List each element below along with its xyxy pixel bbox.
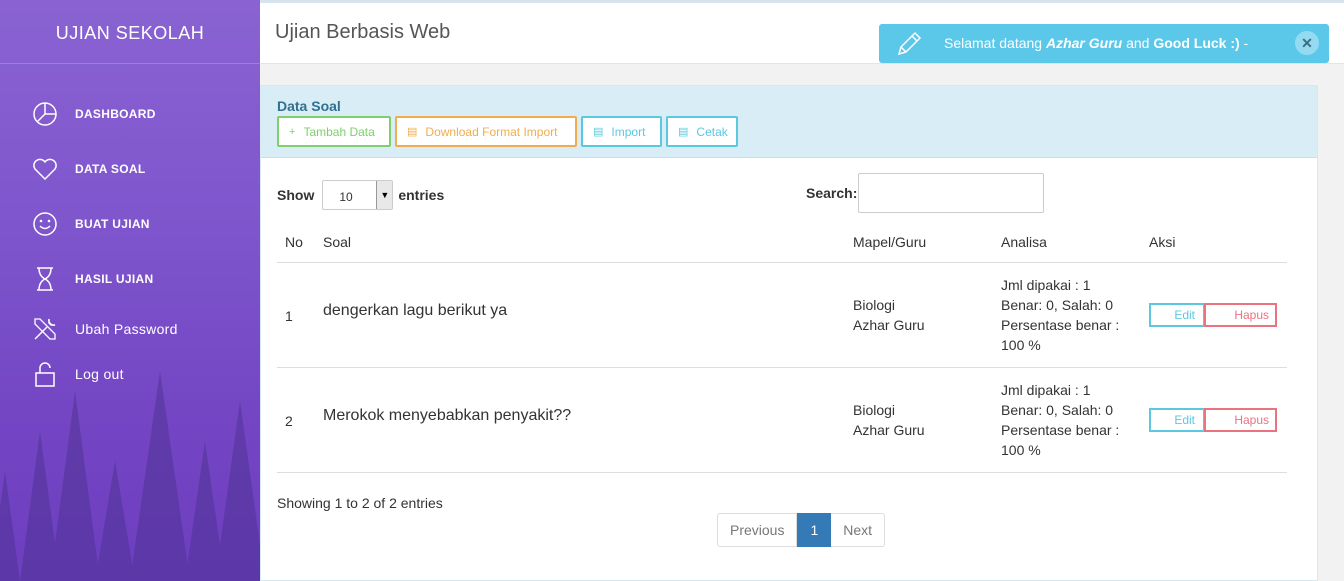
- add-data-button[interactable]: + Tambah Data: [277, 116, 391, 147]
- print-label: Cetak: [696, 124, 728, 139]
- table-header: No Soal Mapel/Guru Analisa Aksi: [277, 226, 1287, 263]
- sidebar: UJIAN SEKOLAH DASHBOARD DATA SOAL BUAT U…: [0, 0, 260, 581]
- analisa-usage: Jml dipakai : 1: [1001, 382, 1091, 398]
- sidebar-item-label: HASIL UJIAN: [75, 271, 154, 286]
- print-button[interactable]: ▤ Cetak: [666, 116, 738, 147]
- table-info: Showing 1 to 2 of 2 entries: [277, 495, 443, 511]
- mapel-name: Biologi: [853, 297, 896, 313]
- sidebar-item-dashboard[interactable]: DASHBOARD: [0, 86, 260, 141]
- welcome-middle: and: [1122, 35, 1154, 51]
- sidebar-item-ubah-password[interactable]: Ubah Password: [0, 306, 260, 351]
- import-button[interactable]: ▤ Import: [581, 116, 662, 147]
- cell-analisa: Jml dipakai : 1 Benar: 0, Salah: 0 Perse…: [1001, 275, 1119, 355]
- next-page-button[interactable]: Next: [831, 513, 886, 547]
- plus-icon: +: [289, 125, 296, 138]
- sidebar-item-label: DASHBOARD: [75, 106, 156, 121]
- welcome-user: Azhar Guru: [1045, 35, 1123, 51]
- table-row: 2 Merokok menyebabkan penyakit?? Biologi…: [277, 368, 1287, 473]
- analisa-usage: Jml dipakai : 1: [1001, 277, 1091, 293]
- show-label: Show: [277, 187, 315, 203]
- sidebar-item-label: Log out: [75, 365, 124, 382]
- sidebar-item-label: Ubah Password: [75, 320, 178, 337]
- header-no[interactable]: No: [285, 234, 303, 250]
- top-bar: Ujian Berbasis Web Selamat datang Azhar …: [260, 0, 1344, 64]
- welcome-luck: Good Luck :): [1153, 35, 1240, 51]
- cell-analisa: Jml dipakai : 1 Benar: 0, Salah: 0 Perse…: [1001, 380, 1119, 460]
- panel-title: Data Soal: [277, 98, 341, 114]
- pencil-icon: [894, 29, 924, 59]
- soal-table: No Soal Mapel/Guru Analisa Aksi 1 denger…: [277, 226, 1287, 473]
- chevron-down-icon: ▼: [376, 181, 393, 209]
- header-aksi[interactable]: Aksi: [1149, 234, 1175, 250]
- search-input[interactable]: [858, 173, 1044, 213]
- welcome-toast: Selamat datang Azhar Guru and Good Luck …: [879, 24, 1329, 63]
- cell-soal: dengerkan lagu berikut ya: [323, 302, 508, 319]
- mapel-name: Biologi: [853, 402, 896, 418]
- pagination: Previous 1 Next: [717, 513, 886, 547]
- welcome-prefix: Selamat datang: [944, 35, 1046, 51]
- cell-no: 2: [285, 413, 293, 429]
- header-mapel[interactable]: Mapel/Guru: [853, 234, 926, 250]
- entries-label: entries: [398, 187, 445, 203]
- sidebar-item-buat-ujian[interactable]: BUAT UJIAN: [0, 196, 260, 251]
- add-data-label: Tambah Data: [303, 124, 375, 139]
- header-soal[interactable]: Soal: [323, 234, 351, 250]
- guru-name: Azhar Guru: [853, 422, 925, 438]
- data-soal-panel: Data Soal + Tambah Data ▤ Download Format …: [260, 85, 1318, 581]
- cell-mapel: Biologi Azhar Guru: [853, 295, 925, 335]
- table-row: 1 dengerkan lagu berikut ya Biologi Azha…: [277, 263, 1287, 368]
- page-length-value: 10: [339, 190, 353, 204]
- edit-button[interactable]: Edit: [1149, 303, 1205, 327]
- previous-page-button[interactable]: Previous: [717, 513, 798, 547]
- sidebar-item-label: BUAT UJIAN: [75, 216, 150, 231]
- analisa-percent-value: 100 %: [1001, 442, 1041, 458]
- sidebar-item-hasil-ujian[interactable]: HASIL UJIAN: [0, 251, 260, 306]
- page-1-button[interactable]: 1: [797, 513, 832, 547]
- pie-chart-icon: [30, 99, 60, 129]
- unlock-icon: [30, 359, 60, 389]
- delete-button[interactable]: Hapus: [1204, 303, 1277, 327]
- analisa-percent-value: 100 %: [1001, 337, 1041, 353]
- cell-mapel: Biologi Azhar Guru: [853, 400, 925, 440]
- cell-no: 1: [285, 308, 293, 324]
- tools-icon: [30, 314, 60, 344]
- analisa-percent-label: Persentase benar :: [1001, 317, 1120, 333]
- edit-button[interactable]: Edit: [1149, 408, 1205, 432]
- brand-title: UJIAN SEKOLAH: [0, 0, 260, 64]
- file-icon: ▤: [593, 126, 604, 138]
- sidebar-item-label: DATA SOAL: [75, 161, 146, 176]
- sidebar-nav: DASHBOARD DATA SOAL BUAT UJIAN HASIL UJI…: [0, 64, 260, 396]
- analisa-score: Benar: 0, Salah: 0: [1001, 297, 1114, 313]
- hourglass-icon: [30, 264, 60, 294]
- import-label: Import: [611, 124, 646, 139]
- page-length-select[interactable]: 10 ▼: [322, 180, 394, 210]
- sidebar-item-data-soal[interactable]: DATA SOAL: [0, 141, 260, 196]
- download-format-button[interactable]: ▤ Download Format Import: [395, 116, 577, 147]
- panel-heading: Data Soal + Tambah Data ▤ Download Format …: [261, 86, 1317, 158]
- guru-name: Azhar Guru: [853, 317, 925, 333]
- sidebar-item-logout[interactable]: Log out: [0, 351, 260, 396]
- analisa-score: Benar: 0, Salah: 0: [1001, 402, 1114, 418]
- heart-icon: [30, 154, 60, 184]
- page-title: Ujian Berbasis Web: [275, 21, 451, 43]
- file-icon: ▤: [407, 126, 418, 138]
- download-format-label: Download Format Import: [425, 124, 558, 139]
- header-analisa[interactable]: Analisa: [1001, 234, 1047, 250]
- close-icon[interactable]: ✕: [1295, 31, 1319, 55]
- cell-soal: Merokok menyebabkan penyakit??: [323, 407, 572, 424]
- welcome-suffix: -: [1239, 35, 1249, 51]
- analisa-percent-label: Persentase benar :: [1001, 422, 1120, 438]
- page-length-control: Show 10 ▼ entries: [277, 180, 444, 210]
- search-label: Search:: [806, 185, 858, 201]
- print-icon: ▤: [678, 126, 689, 138]
- smile-icon: [30, 209, 60, 239]
- delete-button[interactable]: Hapus: [1204, 408, 1277, 432]
- welcome-message: Selamat datang Azhar Guru and Good Luck …: [944, 35, 1248, 51]
